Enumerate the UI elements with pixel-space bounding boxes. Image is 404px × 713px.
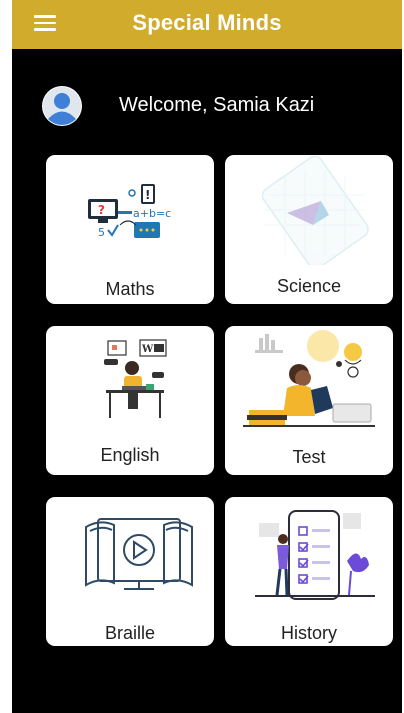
subject-card-history[interactable]: History bbox=[225, 497, 393, 646]
test-illustration bbox=[243, 330, 375, 427]
welcome-text: Welcome, Samia Kazi bbox=[119, 94, 315, 116]
braille-illustration bbox=[85, 518, 193, 590]
subject-card-braille[interactable]: Braille bbox=[46, 497, 214, 646]
user-avatar-icon[interactable] bbox=[40, 86, 84, 126]
english-illustration: W bbox=[104, 339, 167, 418]
maths-exclaim: ! bbox=[145, 188, 150, 202]
maths-illustration: ? ! a+b=c 5 bbox=[88, 184, 171, 239]
subject-label-maths: Maths bbox=[105, 279, 155, 299]
history-illustration bbox=[255, 510, 375, 600]
svg-text:W: W bbox=[141, 344, 154, 355]
app-title: Special Minds bbox=[132, 10, 282, 35]
subject-card-english[interactable]: W English bbox=[46, 326, 214, 475]
subject-card-maths[interactable]: ? ! a+b=c 5 Maths bbox=[46, 155, 214, 304]
subject-label-history: History bbox=[280, 623, 337, 643]
welcome-row: Welcome, Samia Kazi bbox=[40, 84, 390, 128]
subject-label-braille: Braille bbox=[104, 623, 156, 643]
science-illustration bbox=[261, 155, 369, 265]
subject-card-science[interactable]: Science bbox=[225, 155, 393, 304]
maths-formula: a+b=c bbox=[133, 207, 171, 220]
app-screen: Special Minds Welcome, Samia Kazi ? ! a+… bbox=[12, 0, 402, 713]
app-bar: Special Minds bbox=[12, 0, 402, 49]
subject-label-english: English bbox=[100, 445, 160, 465]
maths-question-mark: ? bbox=[98, 203, 105, 217]
maths-five: 5 bbox=[98, 226, 105, 239]
subject-label-test: Test bbox=[292, 447, 326, 467]
subject-card-test[interactable]: Test bbox=[225, 326, 393, 475]
subject-label-science: Science bbox=[276, 276, 342, 296]
